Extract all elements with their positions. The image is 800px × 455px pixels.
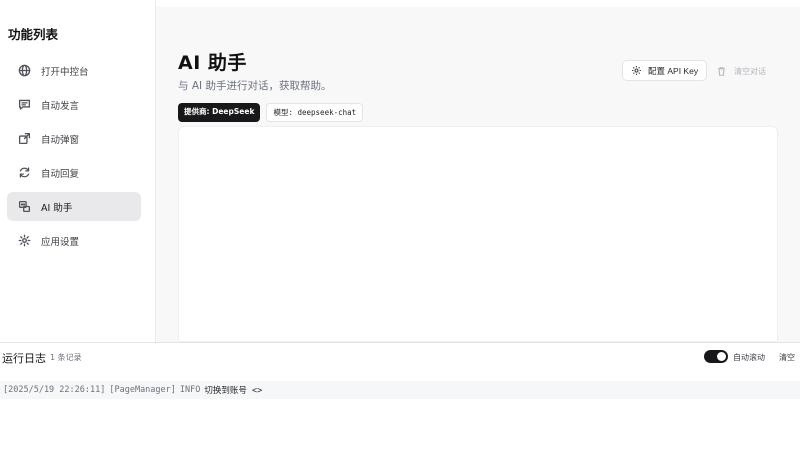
log-title: 运行日志 bbox=[2, 352, 46, 365]
trash-icon bbox=[718, 66, 725, 76]
provider-badge: 提供商: DeepSeek bbox=[178, 103, 261, 122]
log-level: INFO bbox=[179, 385, 201, 395]
chat-panel bbox=[178, 126, 778, 342]
sidebar-nav: 打开中控台 自动发言 自动弹窗 自动回复 AI 助手 应用设置 bbox=[7, 56, 141, 260]
refresh-icon bbox=[17, 166, 31, 180]
main-content: AI 助手 与 AI 助手进行对话，获取帮助。 提供商: DeepSeek 模型… bbox=[156, 7, 800, 342]
gear-icon bbox=[632, 66, 641, 75]
sidebar-item-auto-popup[interactable]: 自动弹窗 bbox=[7, 124, 141, 153]
ai-chat-icon bbox=[17, 200, 31, 214]
sidebar-title: 功能列表 bbox=[8, 27, 59, 42]
auto-scroll-label: 自动滚动 bbox=[733, 353, 765, 362]
sidebar-item-app-settings[interactable]: 应用设置 bbox=[7, 226, 141, 255]
configure-api-key-label: 配置 API Key bbox=[648, 65, 699, 76]
clear-chat-button[interactable]: 清空对话 bbox=[716, 63, 766, 79]
sidebar-item-label: 应用设置 bbox=[41, 236, 80, 248]
sidebar-item-open-console[interactable]: 打开中控台 bbox=[7, 56, 141, 85]
log-header: 运行日志 1 条记录 自动滚动 清空 bbox=[0, 342, 800, 371]
auto-scroll-toggle[interactable] bbox=[704, 350, 728, 363]
clear-log-button[interactable]: 清空 bbox=[779, 352, 795, 363]
sidebar: 功能列表 打开中控台 自动发言 自动弹窗 自动回复 AI 助手 应用设置 bbox=[0, 0, 156, 342]
popup-icon bbox=[17, 132, 31, 146]
sidebar-item-label: AI 助手 bbox=[41, 202, 73, 214]
sidebar-item-label: 自动回复 bbox=[41, 168, 80, 180]
log-message: 切换到账号 <> bbox=[204, 386, 263, 396]
page-subtitle: 与 AI 助手进行对话，获取帮助。 bbox=[178, 80, 332, 92]
sidebar-item-label: 自动弹窗 bbox=[41, 134, 80, 146]
message-icon bbox=[17, 98, 31, 112]
sidebar-item-ai-assistant[interactable]: AI 助手 bbox=[7, 192, 141, 221]
log-entry: [2025/5/19 22:26:11] [PageManager] INFO … bbox=[0, 381, 800, 399]
log-body: [2025/5/19 22:26:11] [PageManager] INFO … bbox=[0, 371, 800, 455]
globe-icon bbox=[17, 64, 31, 78]
sidebar-item-auto-message[interactable]: 自动发言 bbox=[7, 90, 141, 119]
toggle-knob bbox=[717, 352, 726, 361]
sidebar-item-auto-reply[interactable]: 自动回复 bbox=[7, 158, 141, 187]
model-badge: 模型: deepseek-chat bbox=[266, 103, 364, 122]
log-count: 1 条记录 bbox=[50, 353, 82, 362]
log-source: [PageManager] bbox=[109, 385, 176, 395]
badge-row: 提供商: DeepSeek 模型: deepseek-chat bbox=[178, 103, 364, 122]
sidebar-item-label: 自动发言 bbox=[41, 100, 80, 112]
configure-api-key-button[interactable]: 配置 API Key bbox=[622, 60, 708, 81]
sidebar-item-label: 打开中控台 bbox=[41, 66, 89, 78]
log-timestamp: [2025/5/19 22:26:11] bbox=[3, 385, 106, 395]
page-title: AI 助手 bbox=[178, 52, 247, 74]
app-window: 功能列表 打开中控台 自动发言 自动弹窗 自动回复 AI 助手 应用设置 AI … bbox=[0, 0, 800, 455]
gear-icon bbox=[17, 234, 31, 248]
clear-chat-label: 清空对话 bbox=[734, 66, 766, 76]
